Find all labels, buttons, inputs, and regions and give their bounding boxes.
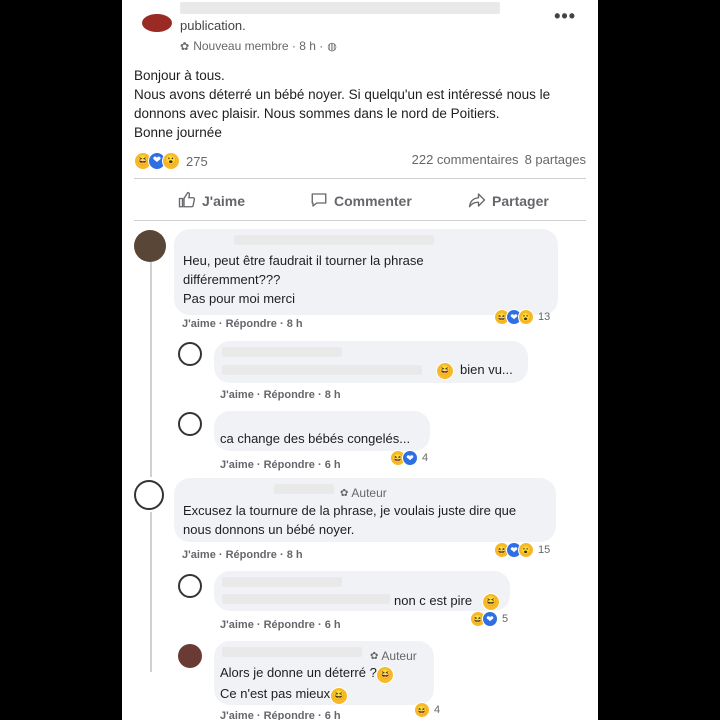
comment-line: Heu, peut être faudrait il tourner la ph… (183, 253, 424, 268)
divider (134, 178, 586, 179)
header-text: publication. (180, 18, 246, 33)
reaction-count: 275 (186, 153, 208, 169)
redacted-text (222, 365, 422, 375)
comment-reactions[interactable]: 😆 ❤ 😮 13 (494, 309, 550, 325)
haha-icon: 😆 (482, 593, 500, 611)
comment-reactions[interactable]: 😆 ❤ 😮 15 (494, 542, 550, 558)
share-button[interactable]: Partager (468, 190, 549, 212)
comment-text: Alors je donne un déterré ? 😆 Ce n'est p… (220, 663, 395, 705)
divider (134, 220, 586, 221)
comment-meta[interactable]: J'aime · Répondre · 8 h (182, 549, 303, 561)
comment-meta[interactable]: J'aime · Répondre · 6 h (220, 710, 341, 720)
redacted-name (222, 647, 362, 657)
comments-count[interactable]: 222 commentaires (412, 152, 519, 167)
comment-button[interactable]: Commenter (310, 190, 412, 212)
post-meta: ✿ Nouveau membre · 8 h · ◍ (180, 39, 337, 53)
author-badge: ✿ Auteur (370, 649, 417, 663)
comment-line: Pas pour moi merci (183, 291, 295, 306)
more-options-icon[interactable]: ••• (554, 6, 576, 27)
thread-line (150, 512, 152, 672)
comment-line: différemment??? (183, 272, 281, 287)
comment-line-text: Ce n'est pas mieux (220, 686, 331, 701)
share-label: Partager (492, 193, 549, 209)
like-button[interactable]: J'aime (178, 190, 245, 212)
like-label: J'aime (202, 193, 246, 209)
reaction-count: 15 (538, 544, 551, 556)
comment-reactions[interactable]: 😆 ❤ 4 (390, 450, 428, 466)
comment-text: Heu, peut être faudrait il tourner la ph… (183, 251, 424, 308)
author-avatar[interactable] (142, 14, 172, 32)
comment-meta[interactable]: J'aime · Répondre · 8 h (220, 389, 341, 401)
comment-bubble: 😆 bien vu... (214, 341, 528, 383)
commenter-avatar[interactable] (178, 412, 202, 436)
author-avatar[interactable] (178, 644, 202, 668)
comment-line: Excusez la tournure de la phrase, je vou… (183, 503, 517, 518)
commenter-avatar[interactable] (178, 574, 202, 598)
haha-icon: 😆 (329, 687, 348, 705)
redacted-name (222, 577, 342, 587)
comment-meta[interactable]: J'aime · Répondre · 8 h (182, 318, 303, 330)
redacted-name (274, 484, 334, 494)
reaction-count: 4 (422, 452, 429, 464)
author-icon: ✿ (340, 487, 349, 499)
redacted-text (222, 594, 390, 604)
post-line: Bonjour à tous. (134, 68, 225, 83)
comment-line-text: Alors je donne un déterré ? (220, 665, 377, 680)
haha-icon: 😆 (414, 702, 430, 718)
author-icon: ✿ (370, 650, 379, 662)
reaction-count: 4 (434, 704, 441, 716)
redacted-name (180, 2, 500, 14)
shares-count[interactable]: 8 partages (525, 152, 586, 167)
wow-icon: 😮 (518, 309, 534, 325)
reaction-count: 13 (538, 311, 551, 323)
post-meta-text: Nouveau membre · 8 h · (193, 39, 324, 53)
wow-icon: 😮 (518, 542, 534, 558)
comment-text: non c est pire (394, 593, 473, 608)
author-avatar[interactable] (134, 480, 164, 510)
comment-icon (310, 191, 328, 212)
comment-bubble: ca change des bébés congelés... (214, 411, 430, 451)
comment-line: nous donnons un bébé noyer. (183, 522, 355, 537)
globe-icon: ◍ (327, 40, 337, 53)
post-stats: 😆 ❤ 😮 275 222 commentaires 8 partages (134, 150, 586, 170)
comment-bubble: non c est pire 😆 (214, 571, 510, 611)
thumbs-up-icon (178, 191, 196, 212)
comment-label: Commenter (334, 193, 412, 209)
comment-meta[interactable]: J'aime · Répondre · 6 h (220, 459, 341, 471)
post-body: Bonjour à tous. Nous avons déterré un bé… (134, 66, 584, 142)
comment-bubble: ✿ Auteur Excusez la tournure de la phras… (174, 478, 556, 542)
author-label: Auteur (351, 486, 387, 500)
share-icon (468, 191, 486, 212)
comment-bubble: Heu, peut être faudrait il tourner la ph… (174, 229, 558, 315)
author-label: Auteur (381, 649, 417, 663)
love-icon: ❤ (482, 611, 498, 627)
comment-reactions[interactable]: 😆 ❤ 5 (470, 611, 508, 627)
wow-icon: 😮 (162, 152, 180, 170)
comment-bubble: ✿ Auteur Alors je donne un déterré ? 😆 C… (214, 641, 434, 705)
redacted-name (222, 347, 342, 357)
reaction-icons[interactable]: 😆 ❤ 😮 275 (134, 152, 208, 170)
comment-text: ca change des bébés congelés... (220, 431, 411, 446)
post-line: Bonne journée (134, 125, 222, 140)
redacted-name (234, 235, 434, 245)
author-badge: ✿ Auteur (340, 486, 387, 500)
post-line: Nous avons déterré un bébé noyer. Si que… (134, 87, 551, 102)
post-card: publication. ✿ Nouveau membre · 8 h · ◍ … (122, 0, 598, 720)
comment-text: Excusez la tournure de la phrase, je vou… (183, 501, 516, 539)
commenter-avatar[interactable] (178, 342, 202, 366)
comment-line: Alors je donne un déterré ? 😆 (220, 663, 395, 684)
haha-icon: 😆 (376, 666, 395, 684)
reaction-count: 5 (502, 613, 509, 625)
comment-line: Ce n'est pas mieux 😆 (220, 684, 394, 705)
new-member-icon: ✿ (180, 40, 190, 53)
love-icon: ❤ (402, 450, 418, 466)
comment-reactions[interactable]: 😆 4 (414, 702, 440, 718)
comment-meta[interactable]: J'aime · Répondre · 6 h (220, 619, 341, 631)
stats-right: 222 commentaires 8 partages (412, 152, 586, 167)
post-line: donnons avec plaisir. Nous sommes dans l… (134, 106, 500, 121)
commenter-avatar[interactable] (134, 230, 166, 262)
haha-icon: 😆 (436, 362, 454, 380)
comment-text: bien vu... (460, 362, 513, 377)
thread-line (150, 262, 152, 477)
